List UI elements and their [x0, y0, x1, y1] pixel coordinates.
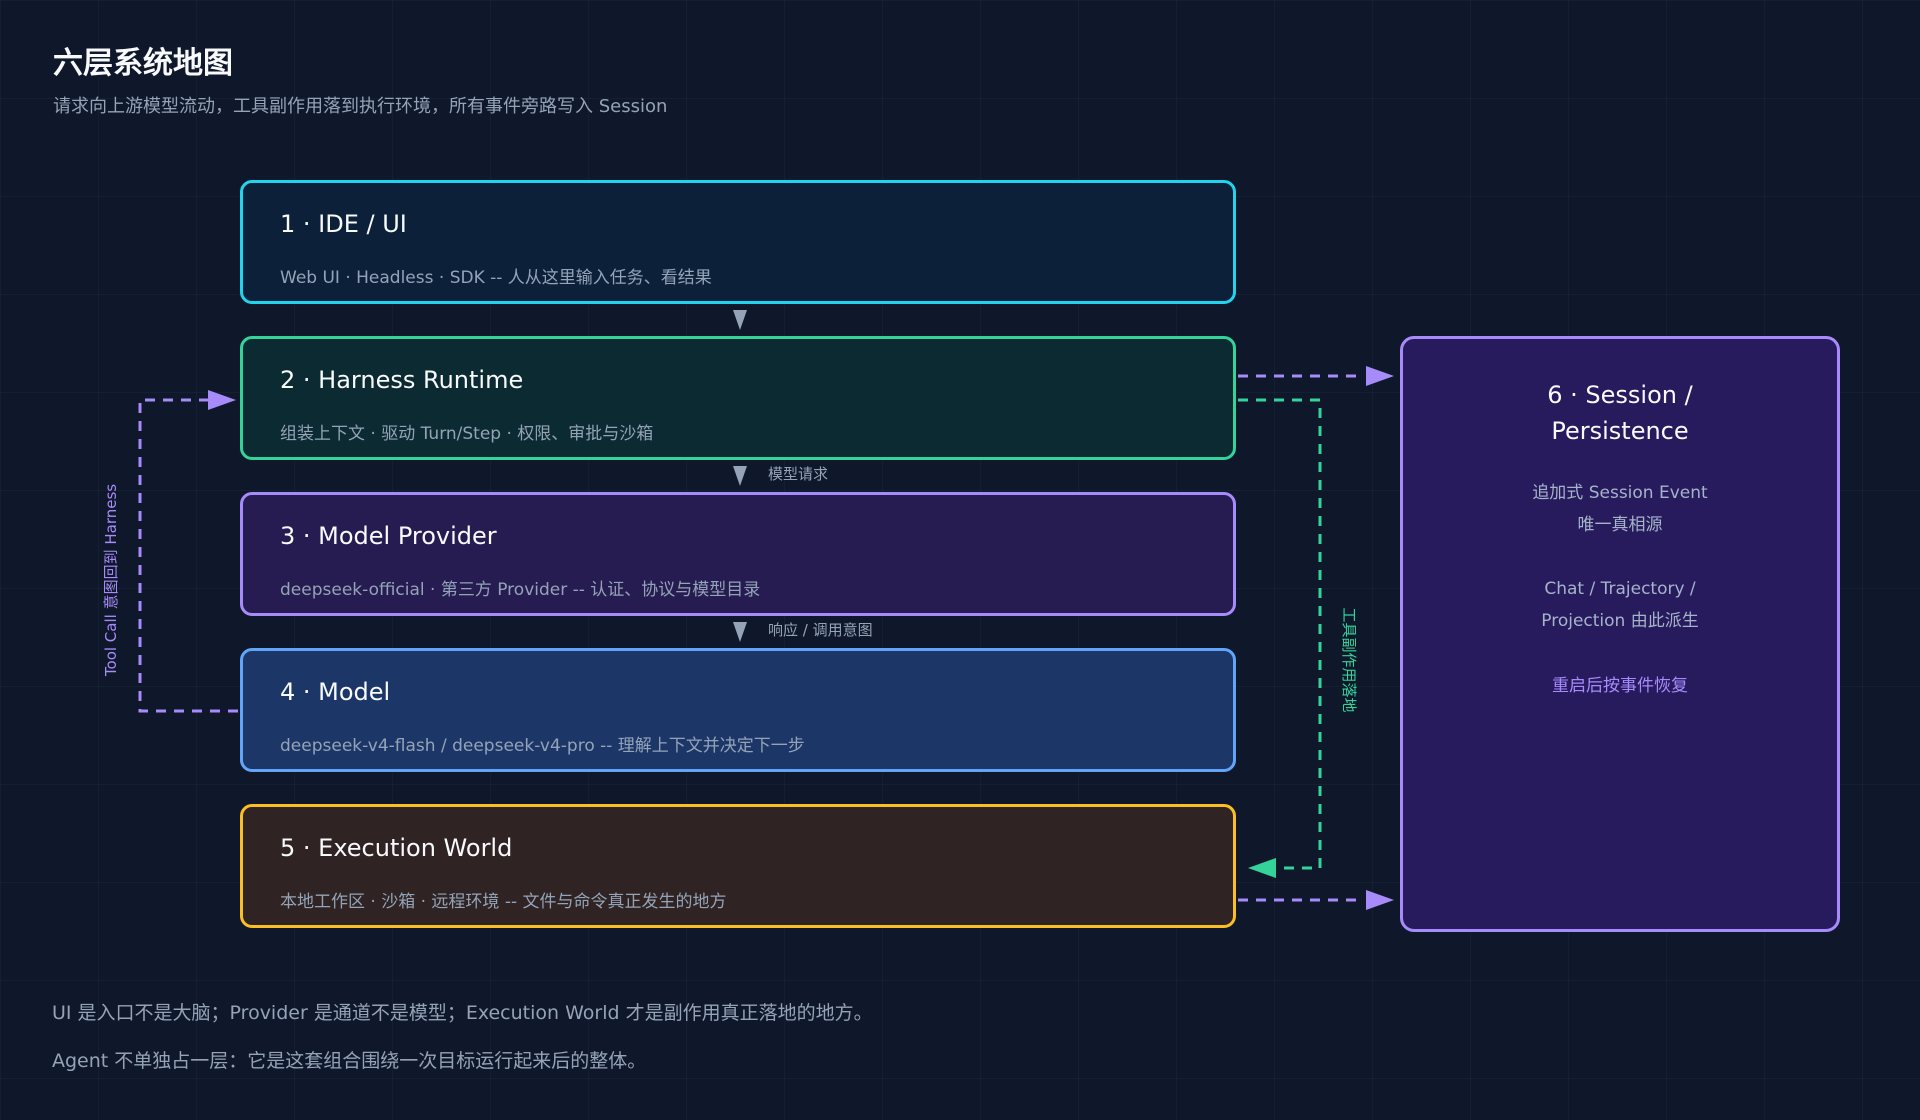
edge-label-tool-call-back: Tool Call 意图回到 Harness: [102, 484, 120, 677]
layer-title: 1 · IDE / UI: [280, 210, 407, 238]
session-note-projections: Chat / Trajectory / Projection 由此派生: [1541, 579, 1699, 631]
session-write-from-harness-arrowhead: [1366, 366, 1394, 386]
layer-description: 本地工作区 · 沙箱 · 远程环境 -- 文件与命令真正发生的地方: [280, 892, 727, 912]
footer-note-1: UI 是入口不是大脑；Provider 是通道不是模型；Execution Wo…: [52, 1002, 873, 1024]
layer-ide-ui: 1 · IDE / UI Web UI · Headless · SDK -- …: [240, 180, 1236, 304]
session-note-recovery: 重启后按事件恢复: [1552, 676, 1688, 696]
session-note-event-source: 追加式 Session Event 唯一真相源: [1532, 483, 1708, 535]
tool-call-loop-arrowhead: [208, 390, 236, 410]
layer-description: deepseek-v4-flash / deepseek-v4-pro -- 理…: [280, 736, 805, 756]
layer-title: 3 · Model Provider: [280, 522, 497, 550]
edge-label-tool-side-effect: 工具副作用落地: [1340, 607, 1358, 712]
arrow-harness-to-provider: [733, 466, 747, 486]
arrow-ui-to-harness: [733, 310, 747, 330]
layer-description: Web UI · Headless · SDK -- 人从这里输入任务、看结果: [280, 268, 712, 288]
layer-model: 4 · Model deepseek-v4-flash / deepseek-v…: [240, 648, 1236, 772]
layer-title: 5 · Execution World: [280, 834, 513, 862]
layer-model-provider: 3 · Model Provider deepseek-official · 第…: [240, 492, 1236, 616]
tool-call-loop-line: [138, 398, 238, 713]
side-effect-arrowhead: [1248, 858, 1276, 878]
layer-execution-world: 5 · Execution World 本地工作区 · 沙箱 · 远程环境 --…: [240, 804, 1236, 928]
footer-note-2: Agent 不单独占一层：它是这套组合围绕一次目标运行起来后的整体。: [52, 1050, 647, 1072]
layer-harness-runtime: 2 · Harness Runtime 组装上下文 · 驱动 Turn/Step…: [240, 336, 1236, 460]
side-effect-line: [1238, 398, 1322, 870]
layer-title: 2 · Harness Runtime: [280, 366, 524, 394]
layer-description: 组装上下文 · 驱动 Turn/Step · 权限、审批与沙箱: [280, 424, 654, 444]
arrow-provider-to-model: [733, 622, 747, 642]
edge-label-model-request: 模型请求: [768, 465, 828, 483]
session-title: 6 · Session / Persistence: [1547, 381, 1693, 445]
edge-label-response-intent: 响应 / 调用意图: [768, 621, 873, 639]
layer-session-persistence: 6 · Session / Persistence 追加式 Session Ev…: [1400, 336, 1840, 932]
layer-title: 4 · Model: [280, 678, 391, 706]
session-write-from-execution-arrowhead: [1366, 890, 1394, 910]
layer-description: deepseek-official · 第三方 Provider -- 认证、协…: [280, 580, 761, 600]
